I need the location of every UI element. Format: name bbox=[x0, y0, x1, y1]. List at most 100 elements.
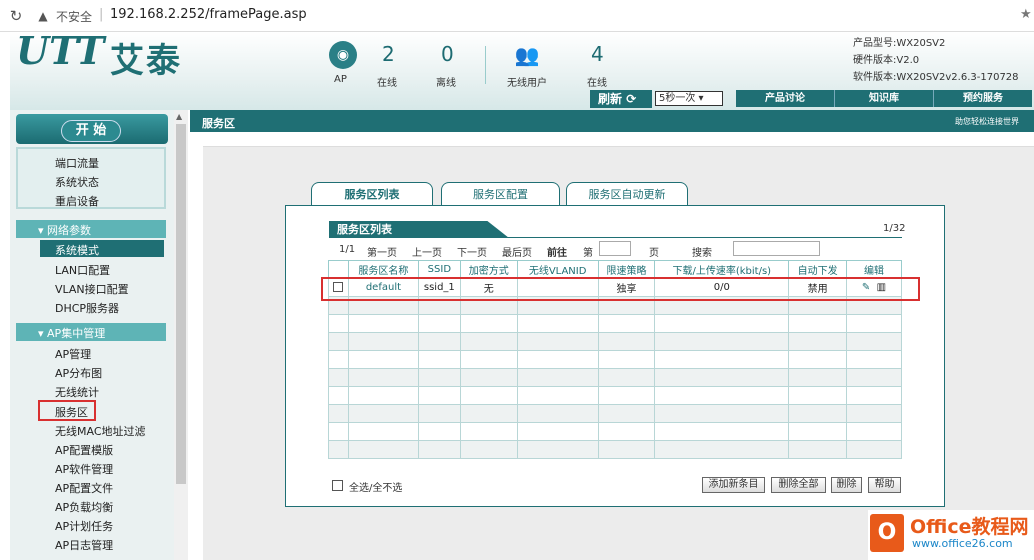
product-model: 产品型号:WX20SV2 bbox=[853, 38, 946, 49]
tab-service-zone-list[interactable]: 服务区列表 bbox=[311, 182, 433, 206]
delete-all-button[interactable]: 删除全部 bbox=[771, 477, 826, 493]
col-rate-policy: 限速策略 bbox=[597, 260, 656, 279]
sidebar-item-ap-template[interactable]: AP配置模版 bbox=[55, 442, 113, 458]
sidebar-group-ap[interactable]: ▾ AP集中管理 bbox=[38, 325, 105, 341]
link-knowledge-base[interactable]: 知识库 bbox=[835, 90, 934, 107]
col-vlanid: 无线VLANID bbox=[516, 260, 599, 279]
scrollbar-thumb[interactable] bbox=[176, 124, 186, 484]
table-title-line bbox=[329, 237, 902, 238]
select-all-label: 全选/全不选 bbox=[349, 483, 403, 494]
logo-text: 艾泰 bbox=[110, 41, 182, 81]
sidebar-item-vlan[interactable]: VLAN接口配置 bbox=[55, 281, 129, 297]
sidebar-item-ap-load-balance[interactable]: AP负载均衡 bbox=[55, 499, 113, 515]
ap-online-label: 在线 bbox=[377, 78, 397, 89]
url-separator: | bbox=[99, 7, 104, 22]
table-title: 服务区列表 bbox=[329, 221, 509, 238]
search-input[interactable] bbox=[733, 241, 820, 256]
warning-icon: ▲ bbox=[38, 9, 48, 23]
table-row bbox=[328, 350, 902, 369]
sidebar-item-lan[interactable]: LAN口配置 bbox=[55, 262, 110, 278]
pager-goto[interactable]: 前往 bbox=[547, 244, 567, 259]
entry-count: 1/32 bbox=[883, 223, 906, 234]
pager-di: 第 bbox=[583, 248, 593, 259]
refresh-button[interactable]: 刷新 ⟳ bbox=[590, 90, 652, 108]
table-row bbox=[328, 440, 902, 459]
office-logo-icon: O bbox=[870, 514, 904, 552]
sidebar-item-mac-filter[interactable]: 无线MAC地址过滤 bbox=[55, 423, 146, 439]
svg-text:UTT: UTT bbox=[16, 30, 107, 70]
page-title: 服务区 bbox=[202, 117, 235, 130]
sidebar-item-reboot[interactable]: 重启设备 bbox=[55, 193, 99, 209]
users-label: 无线用户 bbox=[507, 78, 547, 89]
search-label: 搜索 bbox=[692, 248, 712, 259]
browser-address-bar: ↻ ▲ 不安全 | 192.168.2.252/framePage.asp ★ bbox=[0, 0, 1034, 32]
table-row bbox=[328, 368, 902, 387]
url-text[interactable]: 192.168.2.252/framePage.asp bbox=[110, 7, 307, 22]
insecure-label: 不安全 bbox=[56, 10, 93, 24]
software-version: 软件版本:WX20SV2v2.6.3-170728 bbox=[853, 72, 1019, 83]
refresh-label: 刷新 bbox=[598, 92, 623, 106]
pager-last[interactable]: 最后页 bbox=[502, 244, 532, 259]
sidebar-item-ap-schedule[interactable]: AP计划任务 bbox=[55, 518, 113, 534]
tab-service-zone-config[interactable]: 服务区配置 bbox=[441, 182, 560, 206]
add-entry-button[interactable]: 添加新条目 bbox=[702, 477, 765, 493]
sidebar-item-system-status[interactable]: 系统状态 bbox=[55, 174, 99, 190]
pager-prev[interactable]: 上一页 bbox=[412, 244, 442, 259]
table-row bbox=[328, 404, 902, 423]
table-header-row: 服务区名称 SSID 加密方式 无线VLANID 限速策略 下载/上传速率(kb… bbox=[328, 260, 902, 279]
sidebar-item-dhcp[interactable]: DHCP服务器 bbox=[55, 300, 119, 316]
sidebar-item-ap-manage[interactable]: AP管理 bbox=[55, 346, 91, 362]
pager-position: 1/1 bbox=[339, 244, 356, 255]
table-row bbox=[328, 332, 902, 351]
ap-wifi-icon: ◉ bbox=[329, 41, 357, 69]
table-row bbox=[328, 422, 902, 441]
sidebar-group-network-label: 网络参数 bbox=[47, 224, 92, 237]
pager-next[interactable]: 下一页 bbox=[457, 244, 487, 259]
refresh-interval-value: 5秒一次 bbox=[659, 93, 696, 104]
pager-ye: 页 bbox=[649, 248, 659, 259]
sidebar-item-ap-software[interactable]: AP软件管理 bbox=[55, 461, 113, 477]
users-online-label: 在线 bbox=[587, 78, 607, 89]
ap-offline-count: 0 bbox=[441, 42, 454, 66]
col-name: 服务区名称 bbox=[347, 260, 419, 279]
select-all-checkbox[interactable] bbox=[332, 480, 343, 491]
header-divider bbox=[485, 46, 486, 84]
hardware-version: 硬件版本:V2.0 bbox=[853, 55, 920, 66]
users-online-count: 4 bbox=[591, 42, 604, 66]
delete-button[interactable]: 删除 bbox=[831, 477, 862, 493]
tab-service-zone-auto-update[interactable]: 服务区自动更新 bbox=[566, 182, 688, 206]
ap-label: AP bbox=[334, 74, 347, 85]
refresh-icon: ⟳ bbox=[626, 92, 637, 106]
bookmark-star-icon[interactable]: ★ bbox=[1020, 7, 1032, 22]
watermark-url: www.office26.com bbox=[912, 537, 1013, 550]
scroll-up-icon[interactable]: ▲ bbox=[176, 112, 182, 121]
col-ssid: SSID bbox=[417, 260, 461, 279]
ap-offline-label: 离线 bbox=[436, 78, 456, 89]
table-row bbox=[328, 386, 902, 405]
sidebar-item-wireless-stats[interactable]: 无线统计 bbox=[55, 384, 99, 400]
page-number-input[interactable] bbox=[599, 241, 631, 256]
col-auto-deploy: 自动下发 bbox=[788, 260, 848, 279]
link-appointment[interactable]: 预约服务 bbox=[934, 90, 1032, 107]
sidebar-item-ap-log[interactable]: AP日志管理 bbox=[55, 537, 113, 553]
start-button[interactable]: 开 始 bbox=[61, 120, 121, 142]
sidebar-item-ap-config-file[interactable]: AP配置文件 bbox=[55, 480, 113, 496]
ap-online-count: 2 bbox=[382, 42, 395, 66]
link-product-discussion[interactable]: 产品讨论 bbox=[736, 90, 835, 107]
service-zone-highlight bbox=[38, 400, 96, 421]
reload-icon[interactable]: ↻ bbox=[6, 6, 26, 26]
sidebar-item-ap-map[interactable]: AP分布图 bbox=[55, 365, 102, 381]
help-slogan: 助您轻松连接世界 bbox=[955, 117, 1019, 126]
sidebar-group-network[interactable]: ▾ 网络参数 bbox=[38, 222, 91, 238]
sidebar-item-system-mode[interactable]: 系统模式 bbox=[55, 242, 99, 258]
users-icon: 👥 bbox=[514, 43, 540, 67]
refresh-interval-select[interactable]: 5秒一次 ▾ bbox=[655, 91, 723, 106]
product-info: 产品型号:WX20SV2 硬件版本:V2.0 软件版本:WX20SV2v2.6.… bbox=[853, 35, 1019, 86]
help-button[interactable]: 帮助 bbox=[868, 477, 901, 493]
sidebar-group-ap-label: AP集中管理 bbox=[47, 327, 106, 340]
pager-first[interactable]: 第一页 bbox=[367, 244, 397, 259]
sidebar-item-port-traffic[interactable]: 端口流量 bbox=[55, 155, 99, 171]
col-checkbox bbox=[328, 260, 349, 279]
watermark-title: Office教程网 bbox=[910, 516, 1029, 538]
top-links: 产品讨论 知识库 预约服务 bbox=[736, 90, 1032, 107]
